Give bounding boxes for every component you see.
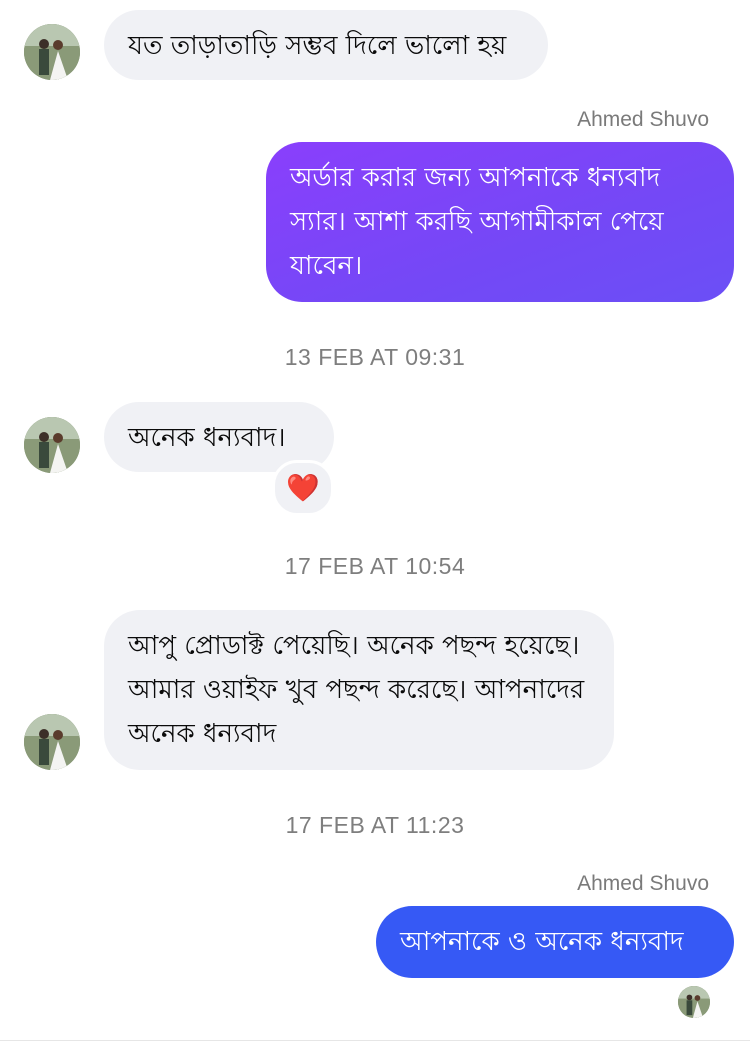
sender-name: Ahmed Shuvo	[577, 872, 709, 895]
sender-name: Ahmed Shuvo	[577, 108, 709, 131]
bottom-divider	[0, 1040, 750, 1041]
message-text: আপু প্রোডাক্ট পেয়েছি। অনেক পছন্দ হয়েছে…	[128, 631, 585, 749]
message-text: অনেক ধন্যবাদ।	[128, 423, 286, 453]
message-bubble-incoming[interactable]: যত তাড়াতাড়ি সম্ভব দিলে ভালো হয়	[104, 10, 548, 80]
timestamp-divider: 13 FEB AT 09:31	[284, 344, 466, 370]
message-bubble-outgoing[interactable]: অর্ডার করার জন্য আপনাকে ধন্যবাদ স্যার। আ…	[266, 142, 734, 302]
seen-avatar-icon	[678, 986, 710, 1018]
message-text: যত তাড়াতাড়ি সম্ভব দিলে ভালো হয়	[128, 31, 507, 61]
message-text: আপনাকে ও অনেক ধন্যবাদ	[400, 927, 684, 957]
message-bubble-incoming[interactable]: আপু প্রোডাক্ট পেয়েছি। অনেক পছন্দ হয়েছে…	[104, 610, 614, 770]
contact-avatar[interactable]	[24, 417, 80, 473]
contact-avatar[interactable]	[24, 24, 80, 80]
contact-avatar[interactable]	[24, 714, 80, 770]
message-bubble-outgoing[interactable]: আপনাকে ও অনেক ধন্যবাদ	[376, 906, 734, 978]
timestamp-divider: 17 FEB AT 11:23	[285, 812, 465, 838]
heart-icon: ❤️	[286, 472, 320, 504]
heart-reaction-icon[interactable]: ❤️	[272, 460, 334, 516]
timestamp-divider: 17 FEB AT 10:54	[284, 553, 466, 579]
message-text: অর্ডার করার জন্য আপনাকে ধন্যবাদ স্যার। আ…	[290, 163, 664, 281]
